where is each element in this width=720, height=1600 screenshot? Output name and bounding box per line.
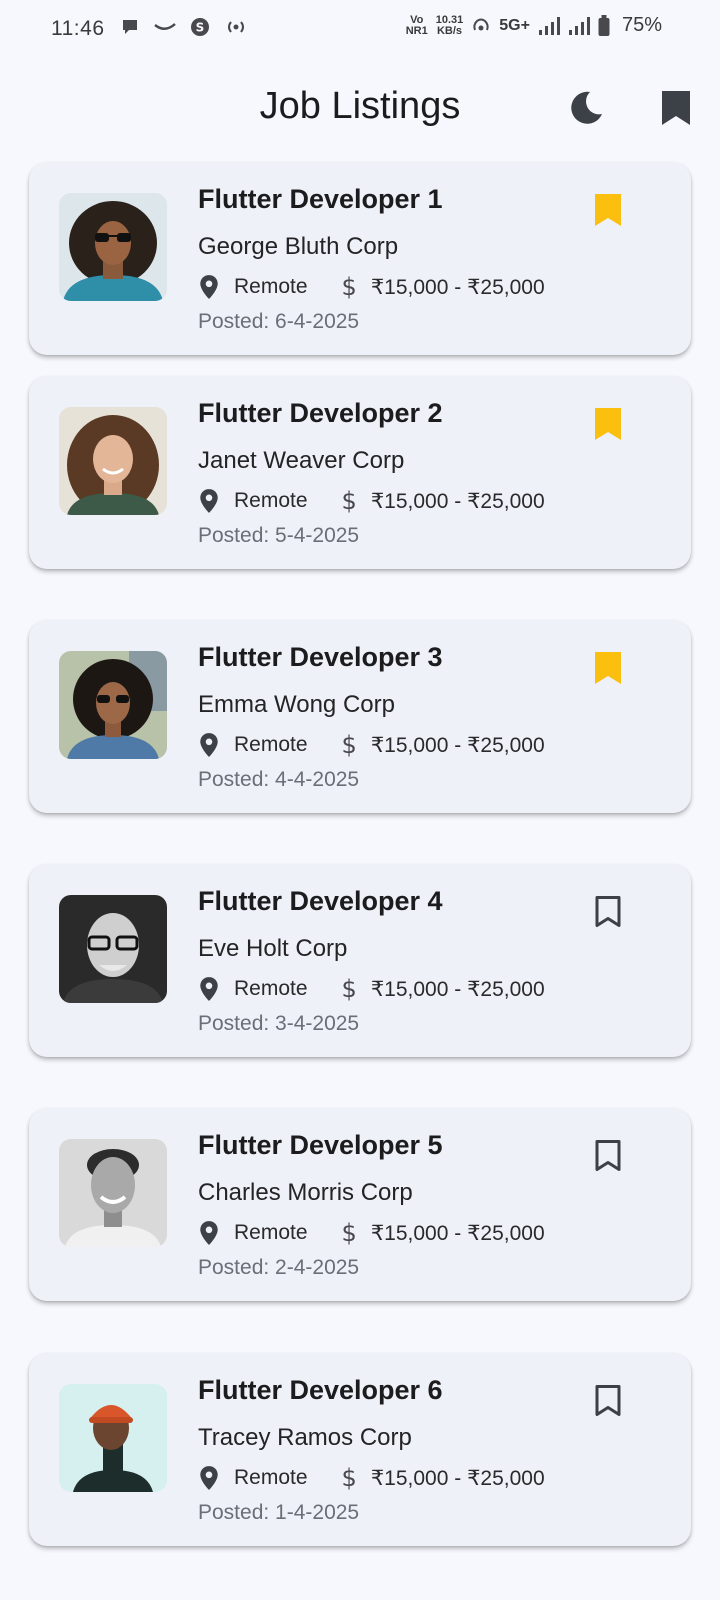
company-name: Tracey Ramos Corp <box>198 1424 412 1451</box>
salary-range: ₹15,000 - ₹25,000 <box>370 275 545 299</box>
salary-range: ₹15,000 - ₹25,000 <box>370 1466 545 1490</box>
avatar <box>59 1384 167 1492</box>
company-name: Eve Holt Corp <box>198 935 348 962</box>
job-card[interactable]: Flutter Developer 6 Tracey Ramos Corp Re… <box>29 1353 691 1546</box>
job-meta: Remote $ ₹15,000 - ₹25,000 <box>198 272 545 302</box>
nfc-icon <box>473 18 489 30</box>
job-location: Remote <box>234 275 308 298</box>
salary-range: ₹15,000 - ₹25,000 <box>370 489 545 513</box>
skype-icon: S <box>191 18 209 36</box>
app-bar: Job Listings <box>0 58 720 158</box>
system-indicators: Vo NR1 10.31 KB/s 5G+ 75% <box>406 14 662 37</box>
salary-range: ₹15,000 - ₹25,000 <box>370 1221 545 1245</box>
signal-icon <box>568 16 590 35</box>
bookmark-filled-icon[interactable] <box>592 650 624 686</box>
job-meta: Remote $ ₹15,000 - ₹25,000 <box>198 1463 545 1493</box>
job-list[interactable]: Flutter Developer 1 George Bluth Corp Re… <box>0 0 720 1600</box>
job-card[interactable]: Flutter Developer 3 Emma Wong Corp Remot… <box>29 620 691 813</box>
chat-bubble-icon <box>123 20 137 34</box>
bookmark-icon[interactable] <box>658 88 694 128</box>
dollar-icon: $ <box>341 1464 357 1492</box>
battery-icon <box>598 14 610 36</box>
data-speed: 10.31 KB/s <box>435 13 464 37</box>
job-meta: Remote $ ₹15,000 - ₹25,000 <box>198 974 545 1004</box>
bookmark-outline-icon[interactable] <box>592 894 624 930</box>
hotspot-icon <box>228 21 244 33</box>
job-title: Flutter Developer 3 <box>198 642 443 672</box>
job-meta: Remote $ ₹15,000 - ₹25,000 <box>198 486 545 516</box>
job-title: Flutter Developer 4 <box>198 886 443 916</box>
job-meta: Remote $ ₹15,000 - ₹25,000 <box>198 1218 545 1248</box>
posted-date: Posted: 4-4-2025 <box>198 768 360 791</box>
dollar-icon: $ <box>341 1219 357 1247</box>
job-location: Remote <box>234 733 308 756</box>
network-type: 5G+ <box>499 16 530 34</box>
company-name: Janet Weaver Corp <box>198 447 405 474</box>
location-pin-icon <box>200 1466 218 1490</box>
salary-range: ₹15,000 - ₹25,000 <box>370 977 545 1001</box>
bookmark-outline-icon[interactable] <box>592 1383 624 1419</box>
job-card[interactable]: Flutter Developer 4 Eve Holt Corp Remote… <box>29 864 691 1057</box>
posted-date: Posted: 2-4-2025 <box>198 1256 360 1279</box>
avatar <box>59 651 167 759</box>
avatar <box>59 895 167 1003</box>
company-name: Charles Morris Corp <box>198 1179 413 1206</box>
posted-date: Posted: 3-4-2025 <box>198 1012 360 1035</box>
dollar-icon: $ <box>341 731 357 759</box>
dollar-icon: $ <box>341 273 357 301</box>
status-bar: 11:46 S Vo NR1 10.31 KB/s 5G+ 75% <box>0 0 720 58</box>
company-name: George Bluth Corp <box>198 233 399 260</box>
location-pin-icon <box>200 977 218 1001</box>
location-pin-icon <box>200 275 218 299</box>
job-meta: Remote $ ₹15,000 - ₹25,000 <box>198 730 545 760</box>
page-title: Job Listings <box>259 85 461 127</box>
location-pin-icon <box>200 489 218 513</box>
battery-percentage: 75% <box>621 14 662 36</box>
job-location: Remote <box>234 1466 308 1489</box>
job-title: Flutter Developer 2 <box>198 398 443 428</box>
salary-range: ₹15,000 - ₹25,000 <box>370 733 545 757</box>
job-title: Flutter Developer 6 <box>198 1375 443 1405</box>
status-time: 11:46 <box>51 17 105 40</box>
dollar-icon: $ <box>341 975 357 1003</box>
swoosh-icon <box>154 23 176 30</box>
job-title: Flutter Developer 1 <box>198 184 443 214</box>
job-card[interactable]: Flutter Developer 1 George Bluth Corp Re… <box>29 162 691 355</box>
bookmark-filled-icon[interactable] <box>592 406 624 442</box>
signal-icon <box>538 16 560 35</box>
job-title: Flutter Developer 5 <box>198 1130 443 1160</box>
job-card[interactable]: Flutter Developer 2 Janet Weaver Corp Re… <box>29 376 691 569</box>
dollar-icon: $ <box>341 487 357 515</box>
avatar <box>59 193 167 301</box>
posted-date: Posted: 6-4-2025 <box>198 310 360 333</box>
job-card[interactable]: Flutter Developer 5 Charles Morris Corp … <box>29 1108 691 1301</box>
location-pin-icon <box>200 1221 218 1245</box>
posted-date: Posted: 5-4-2025 <box>198 524 360 547</box>
volte-indicator: Vo NR1 <box>405 13 428 37</box>
moon-icon[interactable] <box>566 88 606 128</box>
job-location: Remote <box>234 489 308 512</box>
bookmark-outline-icon[interactable] <box>592 1138 624 1174</box>
job-location: Remote <box>234 977 308 1000</box>
avatar <box>59 1139 167 1247</box>
bookmark-filled-icon[interactable] <box>592 192 624 228</box>
notification-icons: S <box>120 17 248 37</box>
avatar <box>59 407 167 515</box>
company-name: Emma Wong Corp <box>198 691 395 718</box>
posted-date: Posted: 1-4-2025 <box>198 1501 360 1524</box>
job-location: Remote <box>234 1221 308 1244</box>
location-pin-icon <box>200 733 218 757</box>
svg-text:S: S <box>196 21 205 35</box>
